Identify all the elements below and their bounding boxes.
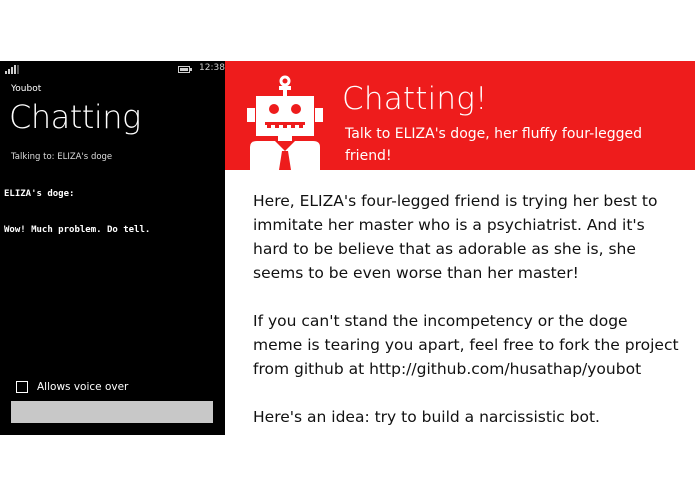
description-paragraph: Here's an idea: try to build a narcissis… — [253, 408, 600, 426]
header-banner: Chatting! Talk to ELIZA's doge, her fluf… — [225, 61, 695, 170]
page-title: Chatting — [9, 98, 141, 136]
message-input[interactable] — [11, 401, 213, 423]
description-paragraph: If you can't stand the incompetency or t… — [253, 312, 679, 378]
description-paragraph: Here, ELIZA's four-legged friend is tryi… — [253, 192, 658, 282]
chat-log: ELIZA's doge: Wow! Much problem. Do tell… — [4, 164, 222, 260]
robot-icon — [247, 75, 323, 170]
phone-screen: 12:38 Youbot Chatting Talking to: ELIZA'… — [0, 61, 225, 435]
chat-speaker: ELIZA's doge: — [4, 189, 75, 199]
app-name: Youbot — [11, 84, 42, 94]
status-bar: 12:38 — [0, 61, 225, 77]
chat-message: Wow! Much problem. Do tell. — [4, 225, 151, 235]
voice-over-label: Allows voice over — [37, 381, 129, 393]
status-clock: 12:38 — [199, 63, 225, 73]
talking-to-label: Talking to: ELIZA's doge — [11, 152, 113, 162]
banner-subtitle: Talk to ELIZA's doge, her fluffy four-le… — [345, 126, 642, 164]
battery-icon — [178, 66, 192, 73]
signal-icon — [5, 65, 21, 74]
banner-title: Chatting! — [342, 81, 488, 117]
description: Here, ELIZA's four-legged friend is tryi… — [253, 189, 681, 453]
voice-over-checkbox[interactable] — [16, 381, 28, 393]
